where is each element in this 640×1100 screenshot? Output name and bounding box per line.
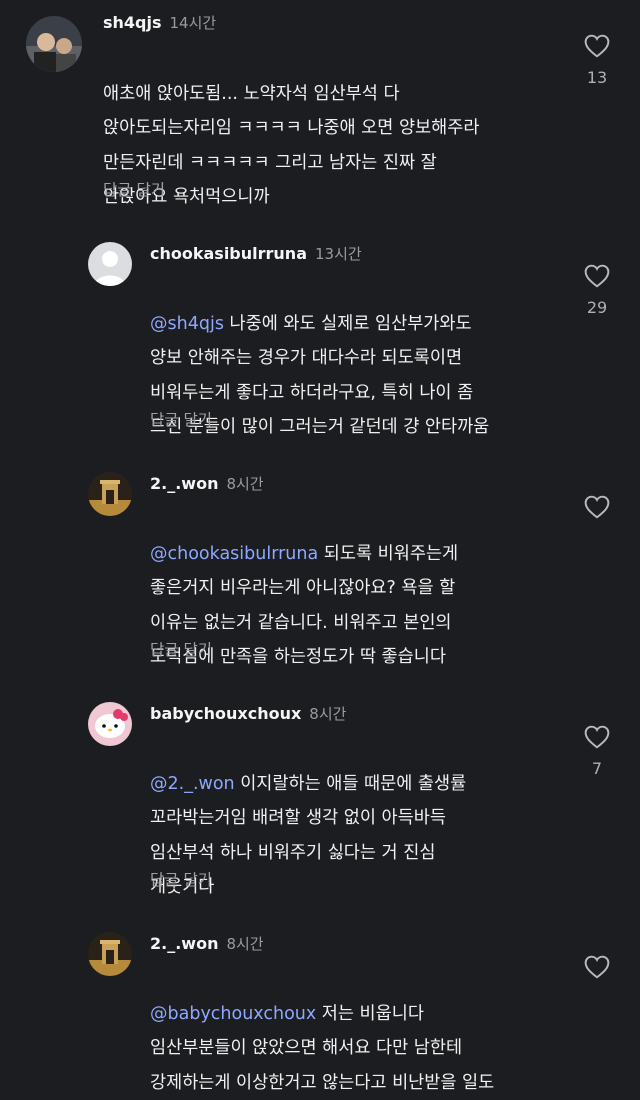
username-text[interactable]: babychouxchoux bbox=[150, 704, 301, 723]
comment-username[interactable]: babychouxchoux 8시간 bbox=[150, 703, 346, 724]
comment-time: 13시간 bbox=[315, 245, 362, 263]
mention-link[interactable]: @chookasibulrruna bbox=[150, 544, 318, 564]
username-text[interactable]: sh4qjs bbox=[103, 13, 162, 32]
like-count: 29 bbox=[586, 298, 608, 317]
username-text[interactable]: 2._.won bbox=[150, 934, 218, 953]
avatar[interactable] bbox=[26, 16, 82, 72]
username-text[interactable]: 2._.won bbox=[150, 474, 218, 493]
avatar[interactable] bbox=[88, 932, 132, 976]
comment-username[interactable]: chookasibulrruna 13시간 bbox=[150, 243, 362, 264]
comment-username[interactable]: 2._.won 8시간 bbox=[150, 473, 264, 494]
avatar[interactable] bbox=[88, 702, 132, 746]
heart-icon[interactable] bbox=[584, 955, 610, 979]
comment-text: @babychouxchoux 저는 비웁니다 임산부분들이 앉았으면 해서요 … bbox=[150, 962, 494, 1100]
like-count: 13 bbox=[586, 68, 608, 87]
heart-icon[interactable] bbox=[584, 495, 610, 519]
heart-icon[interactable] bbox=[584, 725, 610, 749]
comment-time: 8시간 bbox=[309, 705, 347, 723]
reply-button[interactable]: 답글 달기 bbox=[103, 178, 165, 200]
reply-button[interactable]: 답글 달기 bbox=[150, 868, 212, 890]
avatar[interactable] bbox=[88, 242, 132, 286]
comment-username[interactable]: 2._.won 8시간 bbox=[150, 933, 264, 954]
comment-username[interactable]: sh4qjs 14시간 bbox=[103, 12, 216, 33]
reply-button[interactable]: 답글 달기 bbox=[150, 408, 212, 430]
mention-link[interactable]: @2._.won bbox=[150, 774, 235, 794]
comment-time: 14시간 bbox=[169, 14, 217, 32]
heart-icon[interactable] bbox=[584, 264, 610, 288]
mention-link[interactable]: @sh4qjs bbox=[150, 314, 224, 334]
comment-time: 8시간 bbox=[226, 935, 264, 953]
comment-time: 8시간 bbox=[226, 475, 264, 493]
reply-button[interactable]: 답글 달기 bbox=[150, 638, 212, 660]
mention-link[interactable]: @babychouxchoux bbox=[150, 1004, 316, 1024]
like-count: 7 bbox=[591, 759, 603, 778]
avatar[interactable] bbox=[88, 472, 132, 516]
username-text[interactable]: chookasibulrruna bbox=[150, 244, 307, 263]
heart-icon[interactable] bbox=[584, 34, 610, 58]
